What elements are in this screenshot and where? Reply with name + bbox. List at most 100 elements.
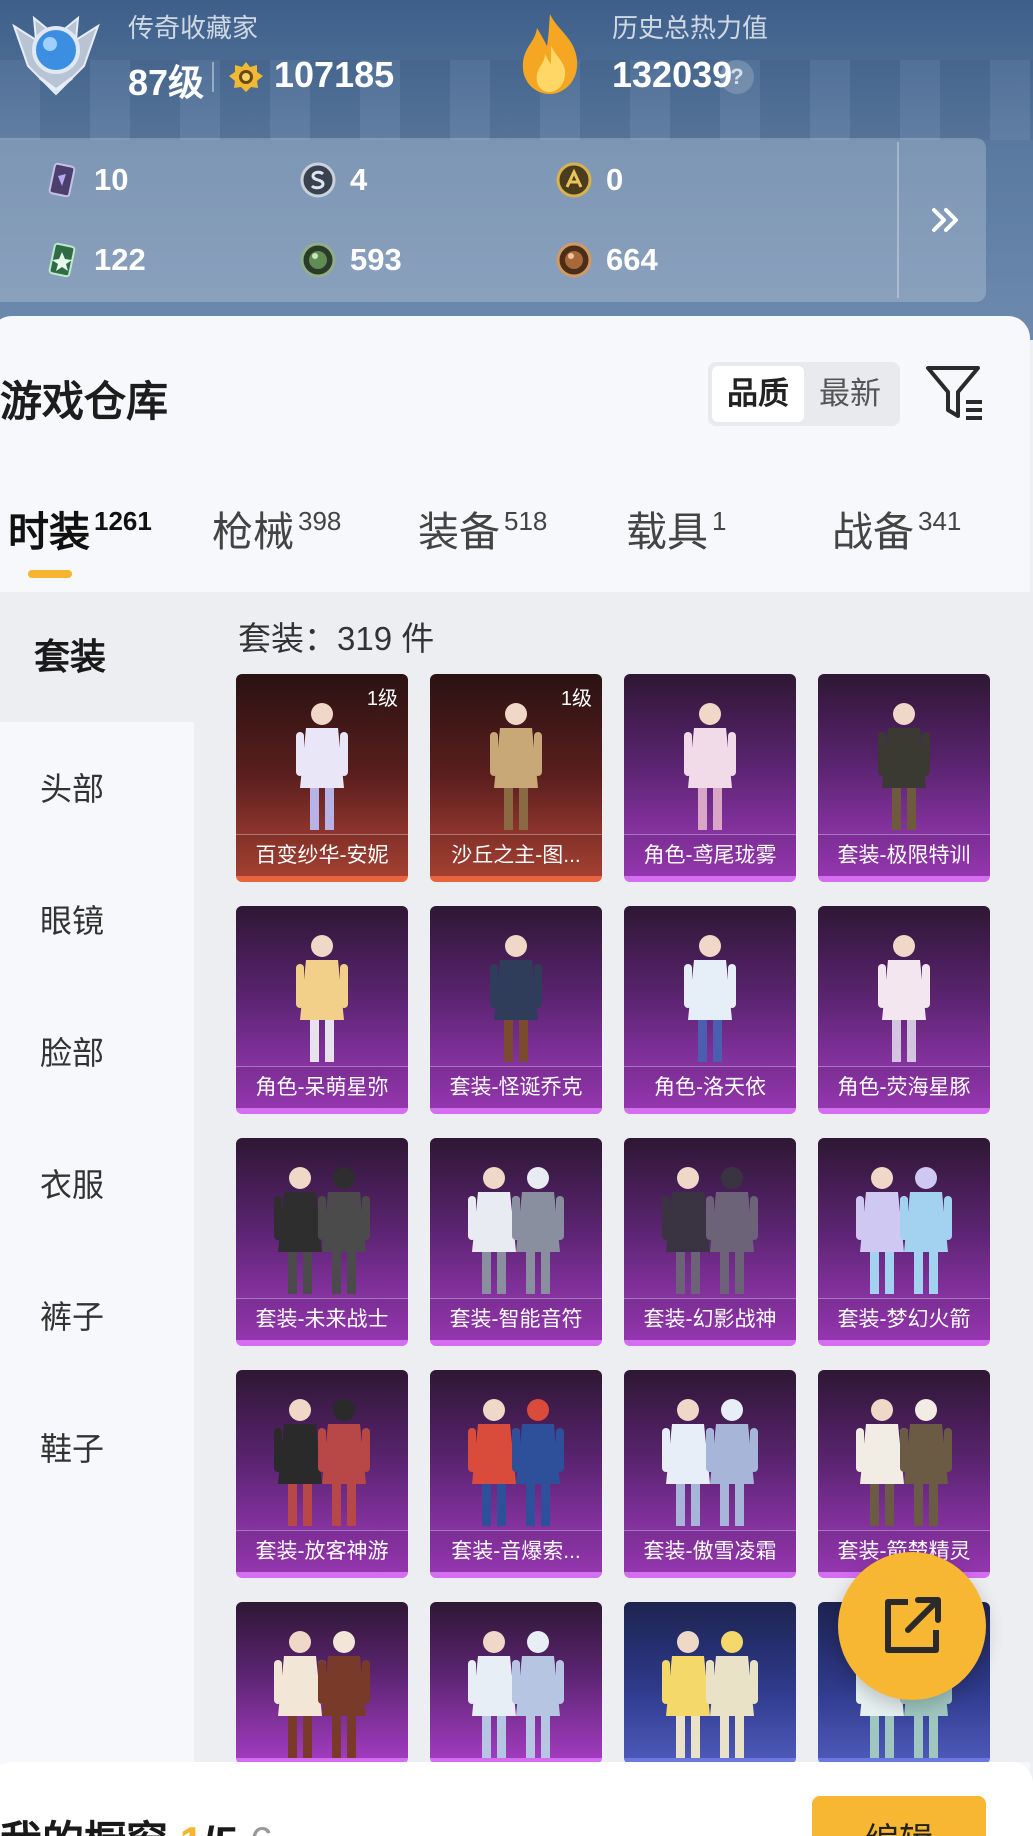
outfit-figure-icon xyxy=(468,1167,564,1294)
tab-count: 1 xyxy=(712,506,727,536)
item-card[interactable]: 1级沙丘之主-图... xyxy=(430,674,602,882)
stat-value: 122 xyxy=(94,242,146,277)
tab-equipment[interactable]: 装备 518 xyxy=(418,498,547,558)
tab-combat-gear[interactable]: 战备 341 xyxy=(832,498,961,558)
sidebar-item-face[interactable]: 脸部 xyxy=(0,988,194,1118)
outfit-figure-icon xyxy=(662,1631,758,1758)
tab-vehicles[interactable]: 载具 1 xyxy=(626,498,726,558)
outfit-figure-icon xyxy=(296,703,348,830)
stat-purple-cards: 10 xyxy=(44,162,128,198)
item-card[interactable]: 套装-放客神游 xyxy=(236,1370,408,1578)
external-link-icon xyxy=(885,1597,941,1653)
tab-count: 1261 xyxy=(94,506,152,536)
outfit-figure-icon xyxy=(856,1167,952,1294)
purple-card-icon xyxy=(48,162,76,198)
item-card[interactable]: 套装-傲雪凌霜 xyxy=(624,1370,796,1578)
showcase-label: 我的橱窗 xyxy=(0,1818,168,1836)
item-card[interactable]: 套装-极限特训 xyxy=(818,674,990,882)
showcase-count: 1 xyxy=(180,1818,203,1836)
item-card[interactable] xyxy=(236,1602,408,1764)
outfit-figure-icon xyxy=(274,1399,370,1526)
outfit-figure-icon xyxy=(468,1399,564,1526)
outfit-figure-icon xyxy=(662,1167,758,1294)
outfit-figure-icon xyxy=(296,935,348,1062)
stat-value: 0 xyxy=(606,162,624,197)
stats-divider xyxy=(897,142,899,298)
item-name: 套装-未来战士 xyxy=(236,1298,408,1340)
stat-silver-coins: 4 xyxy=(300,162,367,198)
tab-count: 398 xyxy=(298,506,342,536)
gold-a-coin-icon xyxy=(556,162,592,198)
item-card[interactable]: 角色-呆萌星弥 xyxy=(236,906,408,1114)
edit-button[interactable]: 编辑 xyxy=(812,1796,986,1836)
item-card[interactable]: 1级 百变纱华-安妮 xyxy=(236,674,408,882)
item-name: 套装-梦幻火箭 xyxy=(818,1298,990,1340)
double-chevron-right-icon[interactable] xyxy=(926,200,966,240)
outfit-figure-icon xyxy=(490,935,542,1062)
filter-icon[interactable] xyxy=(924,362,986,424)
item-card[interactable]: 套装-未来战士 xyxy=(236,1138,408,1346)
item-name: 套装-怪诞乔克 xyxy=(430,1066,602,1108)
tab-label: 装备 xyxy=(418,509,500,555)
item-name: 沙丘之主-图... xyxy=(430,834,602,876)
outfit-figure-icon xyxy=(684,935,736,1062)
coin-value: 107185 xyxy=(274,54,395,95)
outfit-figure-icon xyxy=(684,703,736,830)
sort-quality-button[interactable]: 品质 xyxy=(712,366,804,422)
tab-label: 载具 xyxy=(626,509,708,555)
level-value: 87级 xyxy=(128,62,205,103)
item-name: 角色-鸢尾珑雾 xyxy=(624,834,796,876)
category-tabs: 时装 1261 枪械 398 装备 518 载具 1 战备 341 xyxy=(0,498,1033,578)
showcase-total: /5 xyxy=(203,1818,238,1836)
help-icon[interactable]: ? xyxy=(720,60,754,94)
stat-bronze-orbs: 664 xyxy=(556,242,658,278)
tab-guns[interactable]: 枪械 398 xyxy=(212,498,341,558)
outfit-figure-icon xyxy=(274,1631,370,1758)
item-card[interactable]: 套装-箭楚精灵 xyxy=(818,1370,990,1578)
item-name: 套装-傲雪凌霜 xyxy=(624,1530,796,1572)
item-card[interactable] xyxy=(430,1602,602,1764)
stat-green-orbs: 593 xyxy=(300,242,402,278)
item-card[interactable]: 套装-幻影战神 xyxy=(624,1138,796,1346)
stat-value: 664 xyxy=(606,242,658,277)
sidebar-item-head[interactable]: 头部 xyxy=(0,724,194,854)
bronze-orb-icon xyxy=(556,242,592,278)
showcase-title: 我的橱窗 1/5 6 xyxy=(0,1808,273,1836)
stat-value: 10 xyxy=(94,162,129,197)
item-count-label: 套装：319 件 xyxy=(238,620,435,657)
item-card[interactable]: 套装-智能音符 xyxy=(430,1138,602,1346)
item-name: 角色-呆萌星弥 xyxy=(236,1066,408,1108)
item-card[interactable]: 套装-音爆索... xyxy=(430,1370,602,1578)
tab-label: 战备 xyxy=(832,509,914,555)
collection-stats-panel xyxy=(0,138,986,302)
item-card[interactable] xyxy=(624,1602,796,1764)
heat-title: 历史总热力值 xyxy=(612,13,769,43)
tab-label: 时装 xyxy=(8,509,90,555)
tab-fashion[interactable]: 时装 1261 xyxy=(8,498,152,558)
item-card[interactable]: 角色-荧海星豚 xyxy=(818,906,990,1114)
silver-s-coin-icon xyxy=(300,162,336,198)
sidebar-item-shoes[interactable]: 鞋子 xyxy=(0,1384,194,1514)
stat-gold-coins: 0 xyxy=(556,162,623,198)
outfit-figure-icon xyxy=(878,935,930,1062)
sort-latest-button[interactable]: 最新 xyxy=(804,366,896,422)
item-level-badge: 1级 xyxy=(366,688,398,710)
item-card[interactable]: 角色-鸢尾珑雾 xyxy=(624,674,796,882)
sidebar-item-pants[interactable]: 裤子 xyxy=(0,1252,194,1382)
outfit-figure-icon xyxy=(468,1631,564,1758)
green-card-icon xyxy=(48,242,76,278)
item-card[interactable]: 套装-梦幻火箭 xyxy=(818,1138,990,1346)
sidebar-item-suits[interactable]: 套装 xyxy=(0,592,194,722)
outfit-figure-icon xyxy=(274,1167,370,1294)
item-level-badge: 1级 xyxy=(560,688,592,710)
green-orb-icon xyxy=(300,242,336,278)
share-button[interactable] xyxy=(838,1552,986,1700)
legend-collector-badge-icon xyxy=(12,15,100,96)
sidebar-item-clothes[interactable]: 衣服 xyxy=(0,1120,194,1250)
stat-green-cards: 122 xyxy=(44,242,146,278)
sidebar-item-glasses[interactable]: 眼镜 xyxy=(0,856,194,986)
sort-toggle: 品质 最新 xyxy=(708,362,900,426)
item-card[interactable]: 套装-怪诞乔克 xyxy=(430,906,602,1114)
item-card[interactable]: 角色-洛天依 xyxy=(624,906,796,1114)
rank-title: 传奇收藏家 xyxy=(128,13,259,43)
